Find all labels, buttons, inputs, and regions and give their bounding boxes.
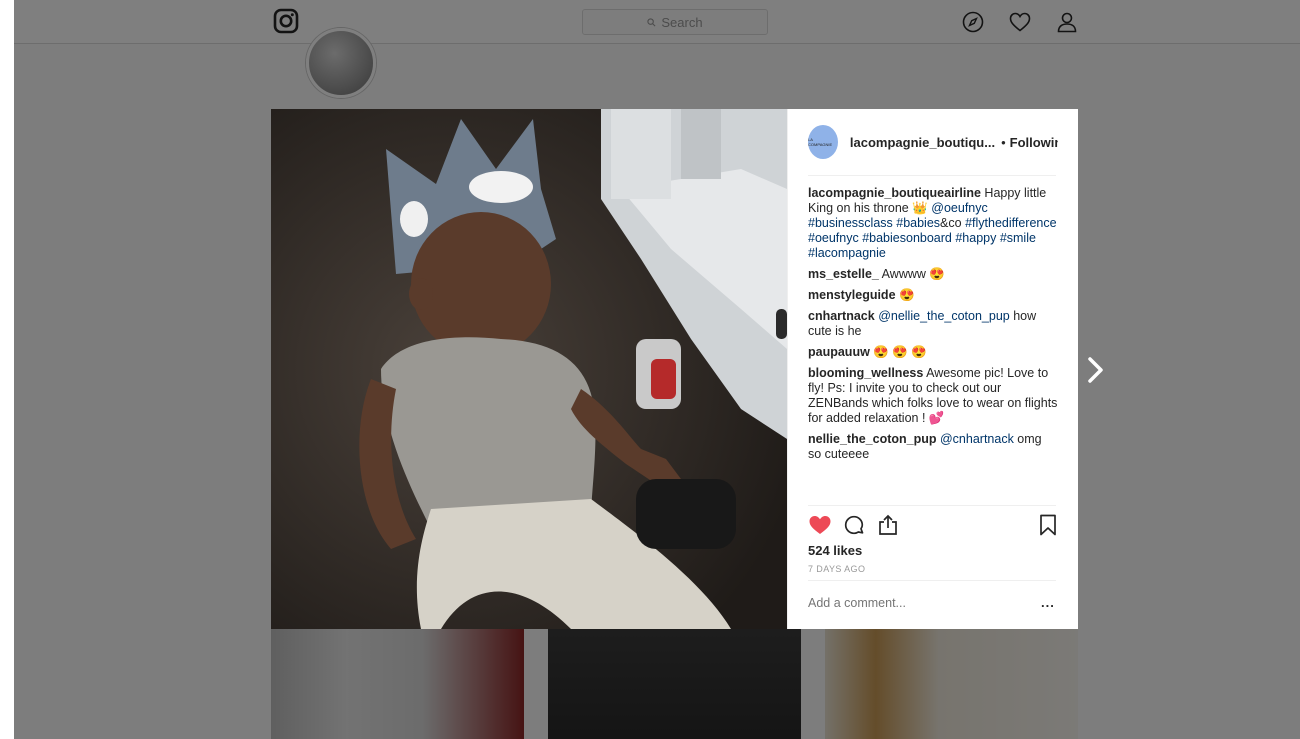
post-details-panel: LA COMPAGNIE lacompagnie_boutiqu... • Fo… bbox=[787, 109, 1078, 629]
divider bbox=[808, 175, 1056, 176]
post-header: LA COMPAGNIE lacompagnie_boutiqu... • Fo… bbox=[808, 125, 1058, 159]
comment-item: blooming_wellness Awesome pic! Love to f… bbox=[808, 366, 1058, 426]
post-modal: LA COMPAGNIE lacompagnie_boutiqu... • Fo… bbox=[271, 109, 1078, 629]
comment-item: nellie_the_coton_pup @cnhartnack omg so … bbox=[808, 432, 1058, 462]
comment-item: menstyleguide 😍 bbox=[808, 288, 1058, 303]
divider bbox=[808, 505, 1056, 506]
caption-hashtags[interactable]: #businessclass #babies bbox=[808, 216, 940, 230]
caption-username[interactable]: lacompagnie_boutiqueairline bbox=[808, 186, 981, 200]
author-avatar[interactable]: LA COMPAGNIE bbox=[808, 125, 838, 159]
comment-text: 😍 😍 😍 bbox=[869, 345, 927, 359]
caption-mention[interactable]: @oeufnyc bbox=[931, 201, 987, 215]
comment-username[interactable]: paupauuw bbox=[808, 345, 870, 359]
post-photo[interactable] bbox=[271, 109, 787, 629]
comment-text: Awwww 😍 bbox=[878, 267, 945, 281]
caption: lacompagnie_boutiqueairline Happy little… bbox=[808, 186, 1058, 261]
likes-count[interactable]: 524 likes bbox=[808, 543, 862, 558]
comment-item: paupauuw 😍 😍 😍 bbox=[808, 345, 1058, 360]
next-post-arrow-icon[interactable] bbox=[1085, 356, 1107, 384]
baby-photo-image bbox=[271, 109, 787, 629]
divider bbox=[808, 580, 1056, 581]
share-icon[interactable] bbox=[876, 513, 900, 537]
comment-mention[interactable]: @cnhartnack bbox=[940, 432, 1014, 446]
avatar-logo-text: LA COMPAGNIE bbox=[808, 137, 833, 147]
following-button[interactable]: Following bbox=[1010, 135, 1058, 150]
comment-username[interactable]: menstyleguide bbox=[808, 288, 896, 302]
comment-text: 😍 bbox=[895, 288, 915, 302]
comment-item: cnhartnack @nellie_the_coton_pup how cut… bbox=[808, 309, 1058, 339]
comment-icon[interactable] bbox=[842, 513, 866, 537]
caption-text-suffix: &co bbox=[940, 216, 962, 230]
comment-item: ms_estelle_ Awwww 😍 bbox=[808, 267, 1058, 282]
comments-list: lacompagnie_boutiqueairline Happy little… bbox=[808, 186, 1058, 468]
comment-username[interactable]: ms_estelle_ bbox=[808, 267, 879, 281]
author-username[interactable]: lacompagnie_boutiqu... bbox=[850, 135, 995, 150]
add-comment-input[interactable] bbox=[808, 596, 1018, 610]
more-options-button[interactable]: ... bbox=[1041, 595, 1055, 610]
post-actions bbox=[808, 513, 1058, 537]
comment-username[interactable]: nellie_the_coton_pup bbox=[808, 432, 937, 446]
like-heart-icon[interactable] bbox=[808, 513, 832, 537]
bookmark-icon[interactable] bbox=[1036, 513, 1060, 537]
header-separator: • bbox=[1001, 134, 1006, 150]
comment-mention[interactable]: @nellie_the_coton_pup bbox=[878, 309, 1010, 323]
post-timestamp: 7 DAYS AGO bbox=[808, 564, 866, 574]
comment-username[interactable]: blooming_wellness bbox=[808, 366, 923, 380]
comment-username[interactable]: cnhartnack bbox=[808, 309, 875, 323]
